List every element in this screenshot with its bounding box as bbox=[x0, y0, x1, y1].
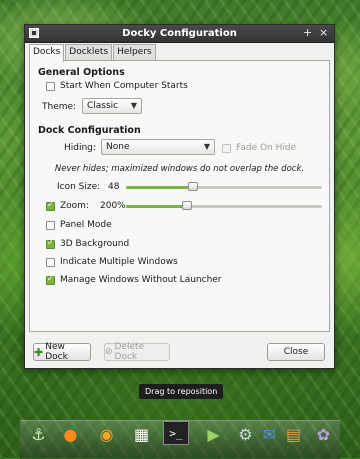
anchor-icon[interactable]: ⚓ bbox=[25, 421, 52, 448]
tab-bar: Docks Docklets Helpers bbox=[29, 44, 157, 62]
icon-size-label: Icon Size: bbox=[57, 182, 101, 192]
zoom-slider[interactable] bbox=[126, 201, 322, 210]
start-on-login-checkbox[interactable] bbox=[46, 81, 55, 91]
dock: ⚓ ● ◉ ▦ >_ ▶ ⚙ ✉ ▤ ✿ bbox=[20, 420, 340, 459]
dock-configuration-heading: Dock Configuration bbox=[38, 125, 141, 136]
chat-icon[interactable]: ✉ bbox=[256, 421, 283, 448]
hiding-dropdown[interactable]: None ▼ bbox=[101, 139, 215, 155]
delete-icon: ⊘ bbox=[105, 347, 113, 357]
fade-on-hide-checkbox[interactable] bbox=[222, 143, 231, 153]
media-player-icon[interactable]: ▶ bbox=[200, 421, 227, 448]
indicate-multiple-label: Indicate Multiple Windows bbox=[60, 257, 178, 267]
start-on-login-label: Start When Computer Starts bbox=[60, 81, 188, 91]
hiding-hint: Never hides; maximized windows do not ov… bbox=[54, 164, 305, 174]
tab-helpers[interactable]: Helpers bbox=[113, 44, 156, 61]
indicate-multiple-checkbox[interactable] bbox=[46, 257, 55, 267]
panel-mode-checkbox[interactable] bbox=[46, 220, 55, 230]
docky-config-window: Docky Configuration + × Docks Docklets H… bbox=[24, 24, 335, 369]
zoom-slider-handle[interactable] bbox=[182, 201, 192, 210]
hiding-label: Hiding: bbox=[64, 143, 96, 153]
new-dock-button[interactable]: ✚ New Dock bbox=[33, 342, 91, 362]
delete-dock-button[interactable]: ⊘ Delete Dock bbox=[104, 342, 170, 362]
zoom-value: 200% bbox=[100, 201, 126, 211]
panel-mode-row[interactable]: Panel Mode bbox=[46, 220, 112, 230]
zoom-slider-fill bbox=[126, 205, 187, 208]
panel-mode-label: Panel Mode bbox=[60, 220, 112, 230]
start-on-login-row[interactable]: Start When Computer Starts bbox=[46, 81, 188, 91]
new-dock-label: New Dock bbox=[45, 342, 68, 362]
tab-docklets[interactable]: Docklets bbox=[65, 44, 113, 61]
close-button[interactable]: Close bbox=[267, 343, 325, 361]
hiding-row: Hiding: bbox=[64, 143, 96, 153]
icon-size-slider-fill bbox=[126, 186, 193, 189]
indicate-multiple-row[interactable]: Indicate Multiple Windows bbox=[46, 257, 178, 267]
sound-juicer-icon[interactable]: ◉ bbox=[93, 421, 120, 448]
3d-background-row[interactable]: 3D Background bbox=[46, 238, 130, 249]
chevron-down-icon: ▼ bbox=[203, 142, 210, 151]
3d-background-label: 3D Background bbox=[60, 239, 130, 249]
manage-windows-label: Manage Windows Without Launcher bbox=[60, 275, 222, 285]
tab-docks[interactable]: Docks bbox=[29, 44, 65, 62]
docks-panel: General Options Start When Computer Star… bbox=[29, 60, 330, 332]
firefox-icon[interactable]: ● bbox=[57, 421, 84, 448]
icon-size-row: Icon Size: bbox=[57, 182, 100, 192]
zoom-label: Zoom: bbox=[60, 201, 89, 211]
manage-windows-checkbox[interactable] bbox=[46, 274, 55, 285]
plus-icon: ✚ bbox=[34, 345, 44, 359]
theme-label: Theme: bbox=[42, 102, 77, 112]
zoom-row[interactable]: Zoom: bbox=[46, 200, 89, 211]
title-bar[interactable]: Docky Configuration + × bbox=[25, 25, 334, 43]
delete-dock-label: Delete Dock bbox=[114, 342, 145, 362]
system-settings-icon[interactable]: ⚙ bbox=[232, 421, 259, 448]
hiding-value: None bbox=[106, 142, 130, 152]
chevron-down-icon: ▼ bbox=[130, 101, 137, 110]
calendar-icon[interactable]: ▦ bbox=[128, 421, 155, 448]
icon-size-slider-handle[interactable] bbox=[188, 182, 198, 191]
3d-background-checkbox[interactable] bbox=[46, 238, 55, 249]
terminal-icon[interactable]: >_ bbox=[163, 421, 189, 445]
theme-row: Theme: bbox=[42, 102, 76, 112]
window-title: Docky Configuration bbox=[122, 28, 237, 39]
manage-windows-row[interactable]: Manage Windows Without Launcher bbox=[46, 274, 222, 285]
drag-tooltip: Drag to reposition bbox=[139, 384, 224, 399]
pidgin-icon[interactable]: ✿ bbox=[310, 421, 337, 448]
icon-size-value: 48 bbox=[108, 182, 120, 192]
folder-icon[interactable]: ▤ bbox=[280, 421, 307, 448]
general-options-heading: General Options bbox=[38, 67, 125, 78]
zoom-value-row: 200% bbox=[100, 201, 126, 211]
close-icon[interactable]: × bbox=[319, 26, 328, 39]
zoom-checkbox[interactable] bbox=[46, 200, 55, 211]
icon-size-slider[interactable] bbox=[126, 182, 322, 191]
icon-size-value-row: 48 bbox=[108, 182, 119, 192]
fade-on-hide-row[interactable]: Fade On Hide bbox=[222, 143, 296, 153]
close-label: Close bbox=[283, 347, 309, 357]
theme-dropdown[interactable]: Classic ▼ bbox=[82, 98, 142, 114]
fade-on-hide-label: Fade On Hide bbox=[236, 143, 297, 153]
theme-value: Classic bbox=[87, 101, 119, 111]
pin-icon[interactable]: + bbox=[303, 26, 312, 39]
